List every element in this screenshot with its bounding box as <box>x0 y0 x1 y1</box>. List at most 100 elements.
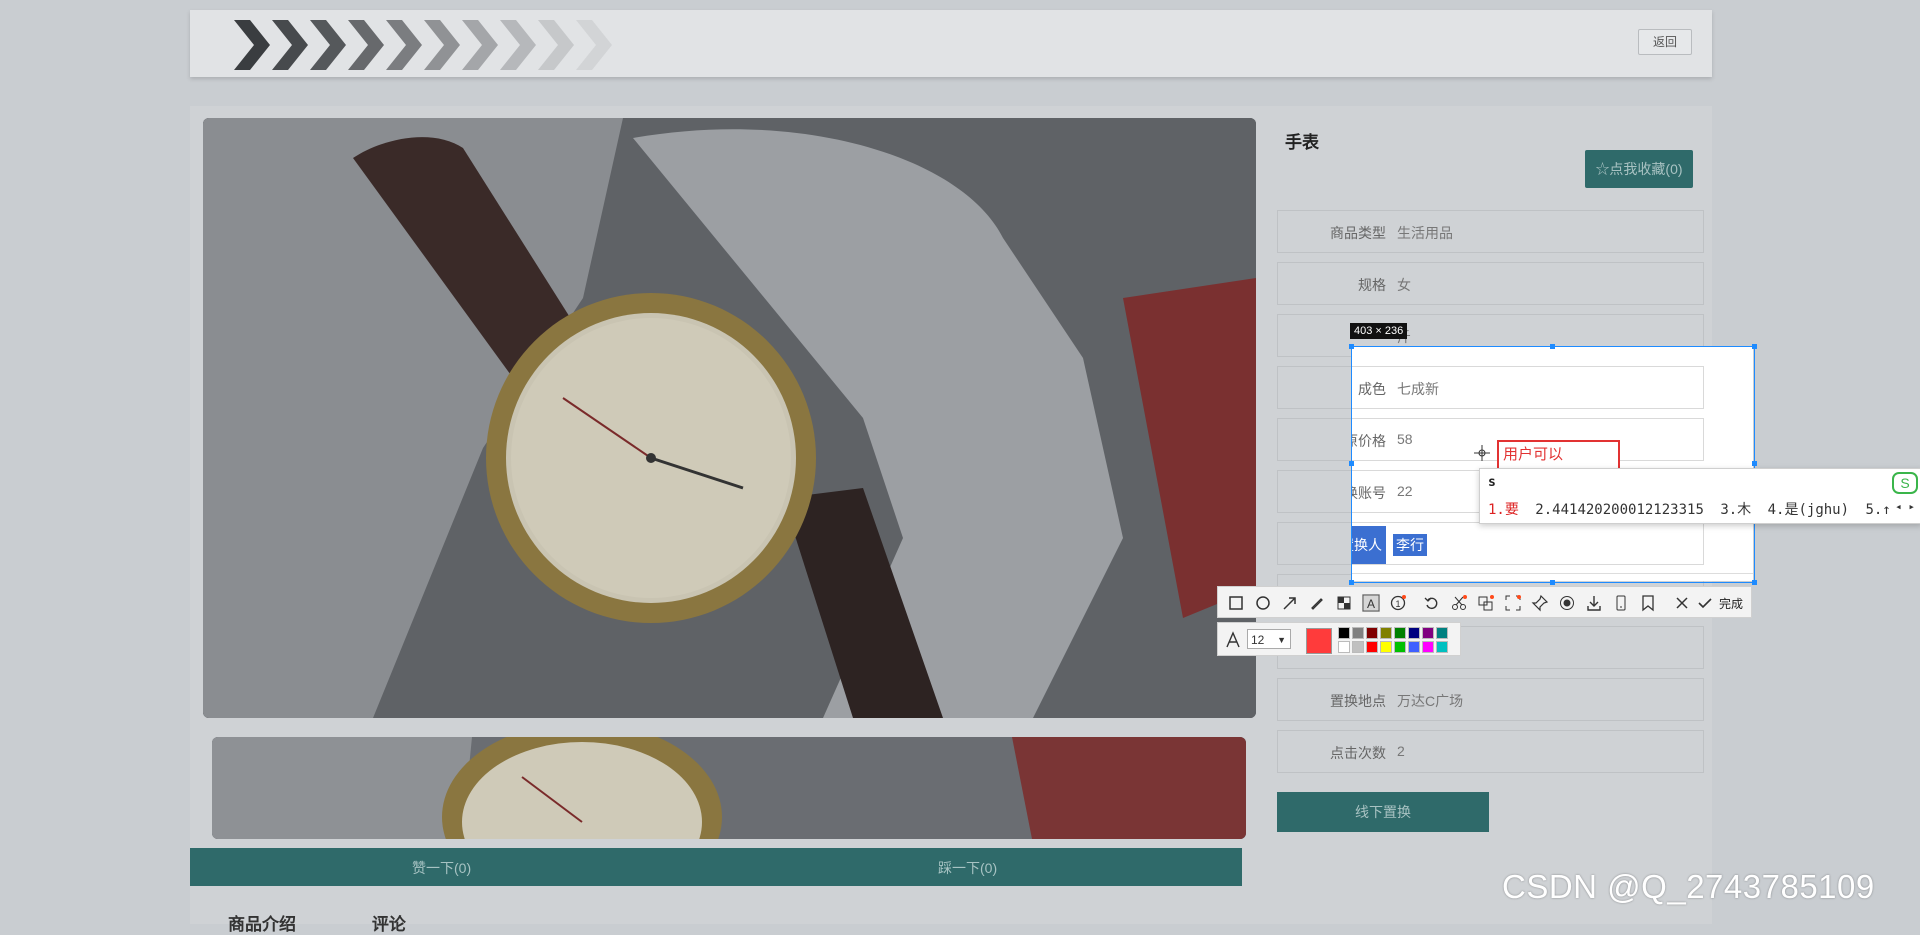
info-value: 万达C广场 <box>1397 693 1464 709</box>
sogou-logo-icon: S <box>1892 472 1918 494</box>
mosaic-icon[interactable] <box>1335 594 1353 612</box>
color-swatch[interactable] <box>1352 641 1364 653</box>
capture-toolbar: A 1 完成 <box>1217 586 1752 618</box>
top-header: 返回 <box>190 10 1712 77</box>
info-row-location: 置换地点 万达C广场 <box>1277 678 1704 721</box>
ellipse-icon[interactable] <box>1254 594 1272 612</box>
record-icon[interactable] <box>1558 594 1576 612</box>
chevron-icon <box>344 20 384 70</box>
like-button[interactable]: 赞一下(0) <box>412 858 471 878</box>
pin-icon[interactable] <box>1531 594 1549 612</box>
font-size-value: 12 <box>1251 633 1265 647</box>
resize-handle[interactable] <box>1550 580 1555 585</box>
color-swatch[interactable] <box>1422 641 1434 653</box>
info-key: 点击次数 <box>1330 745 1386 761</box>
chevron-icon <box>458 20 498 70</box>
ime-candidate[interactable]: 1.要 <box>1488 502 1519 518</box>
svg-text:S: S <box>1900 475 1909 491</box>
done-button[interactable]: 完成 <box>1719 595 1743 612</box>
info-row-clicks: 点击次数 2 <box>1277 730 1704 773</box>
logo-chevrons <box>230 20 612 70</box>
ime-candidate[interactable]: 4.是(jghu) <box>1768 502 1849 518</box>
text-icon[interactable]: A <box>1362 594 1380 612</box>
bottom-tabs: 商品介绍 评论 <box>228 910 406 935</box>
info-key: 商品类型 <box>1330 225 1386 241</box>
color-swatch[interactable] <box>1338 627 1350 639</box>
color-swatch[interactable] <box>1408 627 1420 639</box>
scan-icon[interactable] <box>1504 594 1522 612</box>
ime-candidate-window: s 1.要 2.441420200012123315 3.木 4.是(jghu)… <box>1479 468 1920 524</box>
dislike-button[interactable]: 踩一下(0) <box>938 858 997 878</box>
text-style-bar: 12 ▼ <box>1217 622 1461 656</box>
resize-handle[interactable] <box>1349 461 1354 466</box>
info-value: 生活用品 <box>1397 225 1453 241</box>
current-color-swatch[interactable] <box>1306 628 1332 654</box>
color-swatch[interactable] <box>1422 627 1434 639</box>
undo-icon[interactable] <box>1423 594 1441 612</box>
color-swatch[interactable] <box>1366 641 1378 653</box>
thumbnail-strip[interactable] <box>212 737 1246 839</box>
close-icon[interactable] <box>1673 594 1691 612</box>
favorite-button[interactable]: ☆点我收藏(0) <box>1585 150 1693 188</box>
color-swatch[interactable] <box>1380 641 1392 653</box>
info-value: 2 <box>1397 743 1405 759</box>
ime-candidate[interactable]: 3.木 <box>1720 502 1751 518</box>
resize-handle[interactable] <box>1349 344 1354 349</box>
info-row-type: 商品类型 生活用品 <box>1277 210 1704 253</box>
crosshair-icon <box>1474 445 1490 461</box>
csdn-watermark: CSDN @Q_2743785109 <box>1502 868 1875 905</box>
info-key: 规格 <box>1358 277 1386 293</box>
color-swatch[interactable] <box>1436 641 1448 653</box>
product-photo <box>203 118 1256 718</box>
chevron-icon <box>382 20 422 70</box>
chevron-icon <box>496 20 536 70</box>
resize-handle[interactable] <box>1752 461 1757 466</box>
scissors-icon[interactable] <box>1450 594 1468 612</box>
color-swatch[interactable] <box>1380 627 1392 639</box>
resize-handle[interactable] <box>1752 344 1757 349</box>
chevron-icon <box>230 20 270 70</box>
info-key: 置换地点 <box>1330 693 1386 709</box>
ime-candidate[interactable]: 2.441420200012123315 <box>1535 502 1704 518</box>
color-swatch[interactable] <box>1394 641 1406 653</box>
color-swatch[interactable] <box>1394 627 1406 639</box>
pen-icon[interactable] <box>1308 594 1326 612</box>
back-button[interactable]: 返回 <box>1638 29 1692 55</box>
number-icon[interactable]: 1 <box>1389 594 1407 612</box>
info-value: 女 <box>1397 277 1411 293</box>
chevron-down-icon: ▼ <box>1277 635 1286 645</box>
check-icon[interactable] <box>1696 594 1714 612</box>
chevron-icon <box>420 20 460 70</box>
color-swatch[interactable] <box>1352 627 1364 639</box>
page-arrows-icon[interactable]: ◂ ▸ <box>1895 500 1915 513</box>
vote-bar: 赞一下(0) 踩一下(0) <box>190 848 1242 886</box>
chevron-icon <box>268 20 308 70</box>
color-swatch[interactable] <box>1366 627 1378 639</box>
resize-handle[interactable] <box>1550 344 1555 349</box>
chevron-icon <box>306 20 346 70</box>
phone-icon[interactable] <box>1612 594 1630 612</box>
color-swatch[interactable] <box>1408 641 1420 653</box>
resize-handle[interactable] <box>1349 580 1354 585</box>
offline-exchange-button[interactable]: 线下置换 <box>1277 792 1489 832</box>
color-swatch[interactable] <box>1338 641 1350 653</box>
bookmark-icon[interactable] <box>1639 594 1657 612</box>
font-size-select[interactable]: 12 ▼ <box>1247 629 1291 649</box>
resize-handle[interactable] <box>1752 580 1757 585</box>
chevron-icon <box>572 20 612 70</box>
ime-candidate[interactable]: 5.↑ <box>1865 502 1890 518</box>
translate-icon[interactable] <box>1477 594 1495 612</box>
ime-input: s <box>1488 475 1496 490</box>
color-palette <box>1338 627 1448 653</box>
font-icon <box>1224 631 1242 649</box>
svg-text:1: 1 <box>1395 599 1400 609</box>
color-swatch[interactable] <box>1436 627 1448 639</box>
capture-dimensions: 403 × 236 <box>1350 323 1408 339</box>
rectangle-icon[interactable] <box>1227 594 1245 612</box>
arrow-icon[interactable] <box>1281 594 1299 612</box>
text-annotation-input[interactable]: 用户可以 <box>1497 440 1620 470</box>
ime-candidates: 1.要 2.441420200012123315 3.木 4.是(jghu) 5… <box>1488 499 1891 519</box>
download-icon[interactable] <box>1585 594 1603 612</box>
tab-intro[interactable]: 商品介绍 <box>228 915 296 935</box>
tab-comments[interactable]: 评论 <box>372 915 406 935</box>
